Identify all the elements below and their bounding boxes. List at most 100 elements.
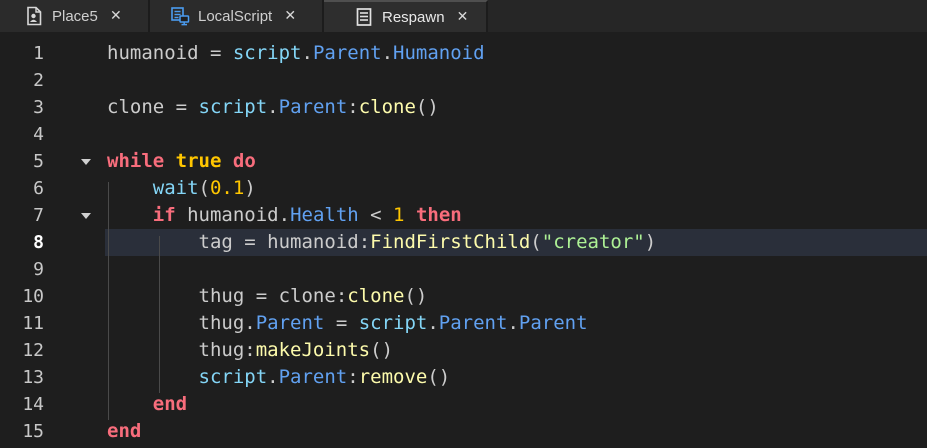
line-number: 10 — [22, 286, 44, 307]
indent-guide — [108, 182, 109, 420]
code-token: humanoid — [187, 204, 279, 226]
code-token: script — [232, 42, 302, 64]
code-token: : — [244, 339, 256, 361]
code-line[interactable]: 8 tag = humanoid:FindFirstChild("creator… — [0, 229, 927, 256]
code-token: wait — [152, 177, 199, 199]
code-token: = — [164, 96, 199, 118]
code-token: clone — [278, 285, 336, 307]
tab-place5[interactable]: Place5 ✕ — [0, 0, 150, 32]
code-token: thug — [198, 312, 245, 334]
code-line[interactable]: 11 thug.Parent = script.Parent.Parent — [0, 310, 927, 337]
code-text: while true do — [107, 148, 256, 175]
code-text: tag = humanoid:FindFirstChild("creator") — [107, 229, 657, 256]
code-line[interactable]: 7 if humanoid.Health < 1 then — [0, 202, 927, 229]
code-token: Parent — [312, 42, 382, 64]
code-token: script — [198, 366, 268, 388]
fold-arrow-icon[interactable] — [80, 148, 92, 175]
code-line[interactable]: 5 while true do — [0, 148, 927, 175]
code-line[interactable]: 9 — [0, 256, 927, 283]
code-token: ( — [530, 231, 542, 253]
code-token: true — [175, 150, 222, 172]
code-token: = — [198, 42, 233, 64]
tab-bar-empty-area — [488, 0, 927, 32]
line-number: 1 — [33, 43, 44, 64]
code-line[interactable]: 6 wait(0.1) — [0, 175, 927, 202]
code-token: ) — [244, 177, 256, 199]
close-icon[interactable]: ✕ — [455, 9, 471, 25]
close-icon[interactable]: ✕ — [282, 8, 298, 24]
tab-respawn[interactable]: Respawn ✕ — [324, 0, 488, 32]
indent-guide — [159, 236, 160, 393]
code-line[interactable]: 14 end — [0, 391, 927, 418]
code-editor[interactable]: 1 humanoid = script.Parent.Humanoid 2 3 clon… — [0, 32, 927, 448]
code-token: . — [267, 366, 279, 388]
code-token: Parent — [278, 366, 348, 388]
line-number: 4 — [33, 124, 44, 145]
code-token: : — [335, 285, 348, 307]
code-token: humanoid — [107, 42, 199, 64]
line-number: 2 — [33, 70, 44, 91]
code-line[interactable]: 1 humanoid = script.Parent.Humanoid — [0, 40, 927, 67]
tab-label: LocalScript — [198, 7, 273, 25]
line-number: 14 — [22, 394, 44, 415]
code-text: thug.Parent = script.Parent.Parent — [107, 310, 588, 337]
code-line[interactable]: 10 thug = clone:clone() — [0, 283, 927, 310]
code-token: do — [232, 150, 256, 172]
line-number: 9 — [33, 259, 44, 280]
line-number: 5 — [33, 151, 44, 172]
code-token: = — [232, 231, 268, 253]
line-number: 12 — [22, 340, 44, 361]
code-token: < — [358, 204, 394, 226]
tab-localscript[interactable]: LocalScript ✕ — [150, 0, 324, 32]
code-token: remove — [358, 366, 428, 388]
tab-label: Place5 — [52, 7, 98, 25]
code-text: humanoid = script.Parent.Humanoid — [107, 40, 485, 67]
code-token: () — [415, 96, 439, 118]
code-text: thug = clone:clone() — [107, 283, 428, 310]
fold-arrow-icon[interactable] — [80, 202, 92, 229]
code-token: end — [107, 420, 142, 442]
code-token: clone — [107, 96, 165, 118]
code-token: thug — [198, 339, 245, 361]
code-token: ( — [198, 177, 210, 199]
line-number: 13 — [22, 367, 44, 388]
script-editor-window: Place5 ✕ LocalScript ✕ Respawn ✕ 1 human… — [0, 0, 927, 448]
code-line[interactable]: 13 script.Parent:remove() — [0, 364, 927, 391]
code-token: : — [347, 96, 359, 118]
code-text: if humanoid.Health < 1 then — [107, 202, 462, 229]
code-token: clone — [347, 285, 405, 307]
code-token: humanoid — [267, 231, 359, 253]
code-token: Humanoid — [393, 42, 485, 64]
code-token: Health — [290, 204, 359, 226]
code-line[interactable]: 2 — [0, 67, 927, 94]
code-line[interactable]: 4 — [0, 121, 927, 148]
code-line[interactable]: 12 thug:makeJoints() — [0, 337, 927, 364]
code-token: : — [347, 366, 359, 388]
close-icon[interactable]: ✕ — [108, 8, 124, 24]
code-text: wait(0.1) — [107, 175, 256, 202]
code-token: Parent — [255, 312, 325, 334]
code-token: then — [415, 204, 462, 226]
code-token: if — [152, 204, 176, 226]
code-line[interactable]: 3 clone = script.Parent:clone() — [0, 94, 927, 121]
code-token: tag — [198, 231, 233, 253]
code-line[interactable]: 15 end — [0, 418, 927, 445]
code-token: "creator" — [541, 231, 645, 253]
code-token: FindFirstChild — [370, 231, 531, 253]
code-token: . — [244, 312, 256, 334]
tab-label: Respawn — [382, 8, 445, 26]
script-icon — [354, 7, 374, 27]
code-token: script — [358, 312, 428, 334]
local-script-icon — [170, 6, 190, 26]
line-number: 6 — [33, 178, 44, 199]
code-token: 0.1 — [209, 177, 245, 199]
code-token: end — [152, 393, 188, 415]
